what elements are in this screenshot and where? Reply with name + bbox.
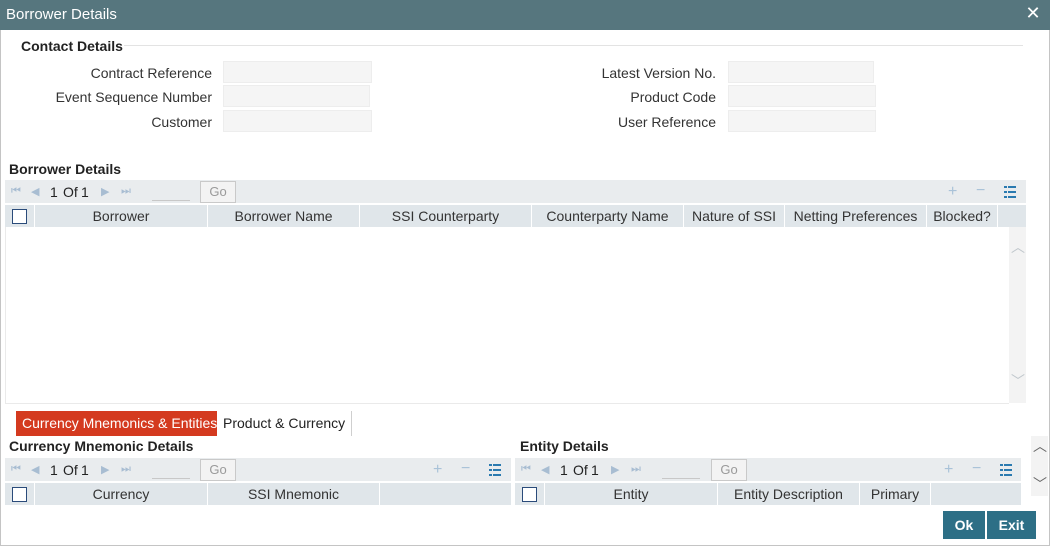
entity-select-all-cell — [515, 483, 545, 505]
last-page-icon[interactable]: ⏭ — [121, 185, 131, 198]
page-scrollbar[interactable]: ︿ ﹀ — [1031, 436, 1048, 496]
entity-grid-header: Entity Entity Description Primary — [515, 483, 1021, 505]
currency-select-all-checkbox[interactable] — [12, 487, 27, 502]
entity-page-current: 1 — [560, 462, 568, 478]
borrower-grid-body — [5, 227, 1009, 404]
contact-details-title: Contact Details — [21, 38, 123, 54]
add-row-icon[interactable]: + — [944, 462, 953, 478]
customer-field[interactable] — [223, 110, 372, 132]
col-ssi-counterparty[interactable]: SSI Counterparty — [360, 205, 532, 227]
borrower-select-all-cell — [5, 205, 35, 227]
event-sequence-label: Event Sequence Number — [55, 89, 212, 105]
entity-details-title: Entity Details — [520, 438, 609, 454]
window-title: Borrower Details — [6, 6, 117, 23]
borrower-page-current: 1 — [50, 184, 58, 200]
scroll-down-icon[interactable]: ﹀ — [1011, 371, 1025, 391]
borrower-grid-header: Borrower Borrower Name SSI Counterparty … — [5, 205, 1026, 227]
currency-go-button[interactable]: Go — [200, 459, 236, 481]
page-scroll-down-icon[interactable]: ﹀ — [1033, 474, 1047, 494]
tab-currency-mnemonics-entities[interactable]: Currency Mnemonics & Entities — [16, 411, 224, 436]
entity-go-button[interactable]: Go — [711, 459, 747, 481]
product-code-field[interactable] — [728, 85, 876, 107]
entity-page-of: Of — [573, 462, 588, 478]
prev-page-icon[interactable]: ◀ — [31, 185, 39, 198]
latest-version-label: Latest Version No. — [601, 65, 716, 81]
customer-label: Customer — [151, 114, 212, 130]
first-page-icon[interactable]: ⏮ — [11, 185, 21, 198]
product-code-label: Product Code — [630, 89, 716, 105]
tab-product-currency[interactable]: Product & Currency — [217, 411, 353, 436]
contract-reference-label: Contract Reference — [90, 65, 212, 81]
add-row-icon[interactable]: + — [433, 462, 442, 478]
single-view-icon[interactable] — [1000, 464, 1012, 476]
borrower-page-of: Of — [63, 184, 78, 200]
borrower-select-all-checkbox[interactable] — [12, 209, 27, 224]
borrower-go-button[interactable]: Go — [200, 181, 236, 203]
col-blocked[interactable]: Blocked? — [927, 205, 998, 227]
next-page-icon[interactable]: ▶ — [101, 185, 109, 198]
first-page-icon[interactable]: ⏮ — [11, 463, 21, 476]
currency-mnemonic-title: Currency Mnemonic Details — [9, 438, 194, 454]
col-entity-description[interactable]: Entity Description — [718, 483, 860, 505]
latest-version-field[interactable] — [728, 61, 874, 83]
entity-page-total: 1 — [591, 462, 599, 478]
close-icon[interactable]: ✕ — [1025, 4, 1041, 22]
col-counterparty-name[interactable]: Counterparty Name — [532, 205, 684, 227]
currency-page-input[interactable] — [152, 460, 190, 479]
borrower-pager-bar: ⏮ ◀ 1 Of 1 ▶ ⏭ Go + − — [5, 180, 1026, 203]
currency-grid-header: Currency SSI Mnemonic — [5, 483, 511, 505]
col-borrower[interactable]: Borrower — [35, 205, 208, 227]
col-ssi-mnemonic[interactable]: SSI Mnemonic — [208, 483, 380, 505]
delete-row-icon[interactable]: − — [461, 461, 470, 477]
next-page-icon[interactable]: ▶ — [101, 463, 109, 476]
contract-reference-field[interactable] — [223, 61, 372, 83]
last-page-icon[interactable]: ⏭ — [631, 463, 641, 476]
delete-row-icon[interactable]: − — [972, 461, 981, 477]
borrower-details-title: Borrower Details — [9, 161, 122, 177]
col-nature-of-ssi[interactable]: Nature of SSI — [684, 205, 785, 227]
col-borrower-name[interactable]: Borrower Name — [208, 205, 360, 227]
scroll-up-icon[interactable]: ︿ — [1011, 237, 1025, 257]
currency-select-all-cell — [5, 483, 35, 505]
next-page-icon[interactable]: ▶ — [611, 463, 619, 476]
currency-page-current: 1 — [50, 462, 58, 478]
contact-details-rule — [124, 45, 1023, 46]
first-page-icon[interactable]: ⏮ — [521, 463, 531, 476]
prev-page-icon[interactable]: ◀ — [31, 463, 39, 476]
col-primary[interactable]: Primary — [860, 483, 931, 505]
user-reference-label: User Reference — [617, 114, 716, 130]
single-view-icon[interactable] — [489, 464, 501, 476]
borrower-page-input[interactable] — [152, 182, 190, 201]
entity-pager-bar: ⏮ ◀ 1 Of 1 ▶ ⏭ Go + − — [515, 458, 1021, 481]
exit-button[interactable]: Exit — [987, 511, 1036, 539]
entity-select-all-checkbox[interactable] — [522, 487, 537, 502]
entity-page-input[interactable] — [662, 460, 700, 479]
last-page-icon[interactable]: ⏭ — [121, 463, 131, 476]
title-bar: Borrower Details ✕ — [0, 0, 1050, 31]
currency-pager-bar: ⏮ ◀ 1 Of 1 ▶ ⏭ Go + − — [5, 458, 511, 481]
prev-page-icon[interactable]: ◀ — [541, 463, 549, 476]
user-reference-field[interactable] — [728, 110, 876, 132]
event-sequence-field[interactable] — [223, 85, 370, 107]
col-netting-preferences[interactable]: Netting Preferences — [785, 205, 927, 227]
borrower-grid-scrollbar[interactable]: ︿ ﹀ — [1009, 227, 1026, 403]
ok-button[interactable]: Ok — [943, 511, 985, 539]
currency-page-total: 1 — [81, 462, 89, 478]
col-currency[interactable]: Currency — [35, 483, 208, 505]
delete-row-icon[interactable]: − — [976, 183, 985, 199]
col-entity[interactable]: Entity — [545, 483, 718, 505]
add-row-icon[interactable]: + — [948, 184, 957, 200]
currency-page-of: Of — [63, 462, 78, 478]
single-view-icon[interactable] — [1004, 186, 1016, 198]
page-scroll-up-icon[interactable]: ︿ — [1033, 436, 1047, 456]
borrower-page-total: 1 — [81, 184, 89, 200]
